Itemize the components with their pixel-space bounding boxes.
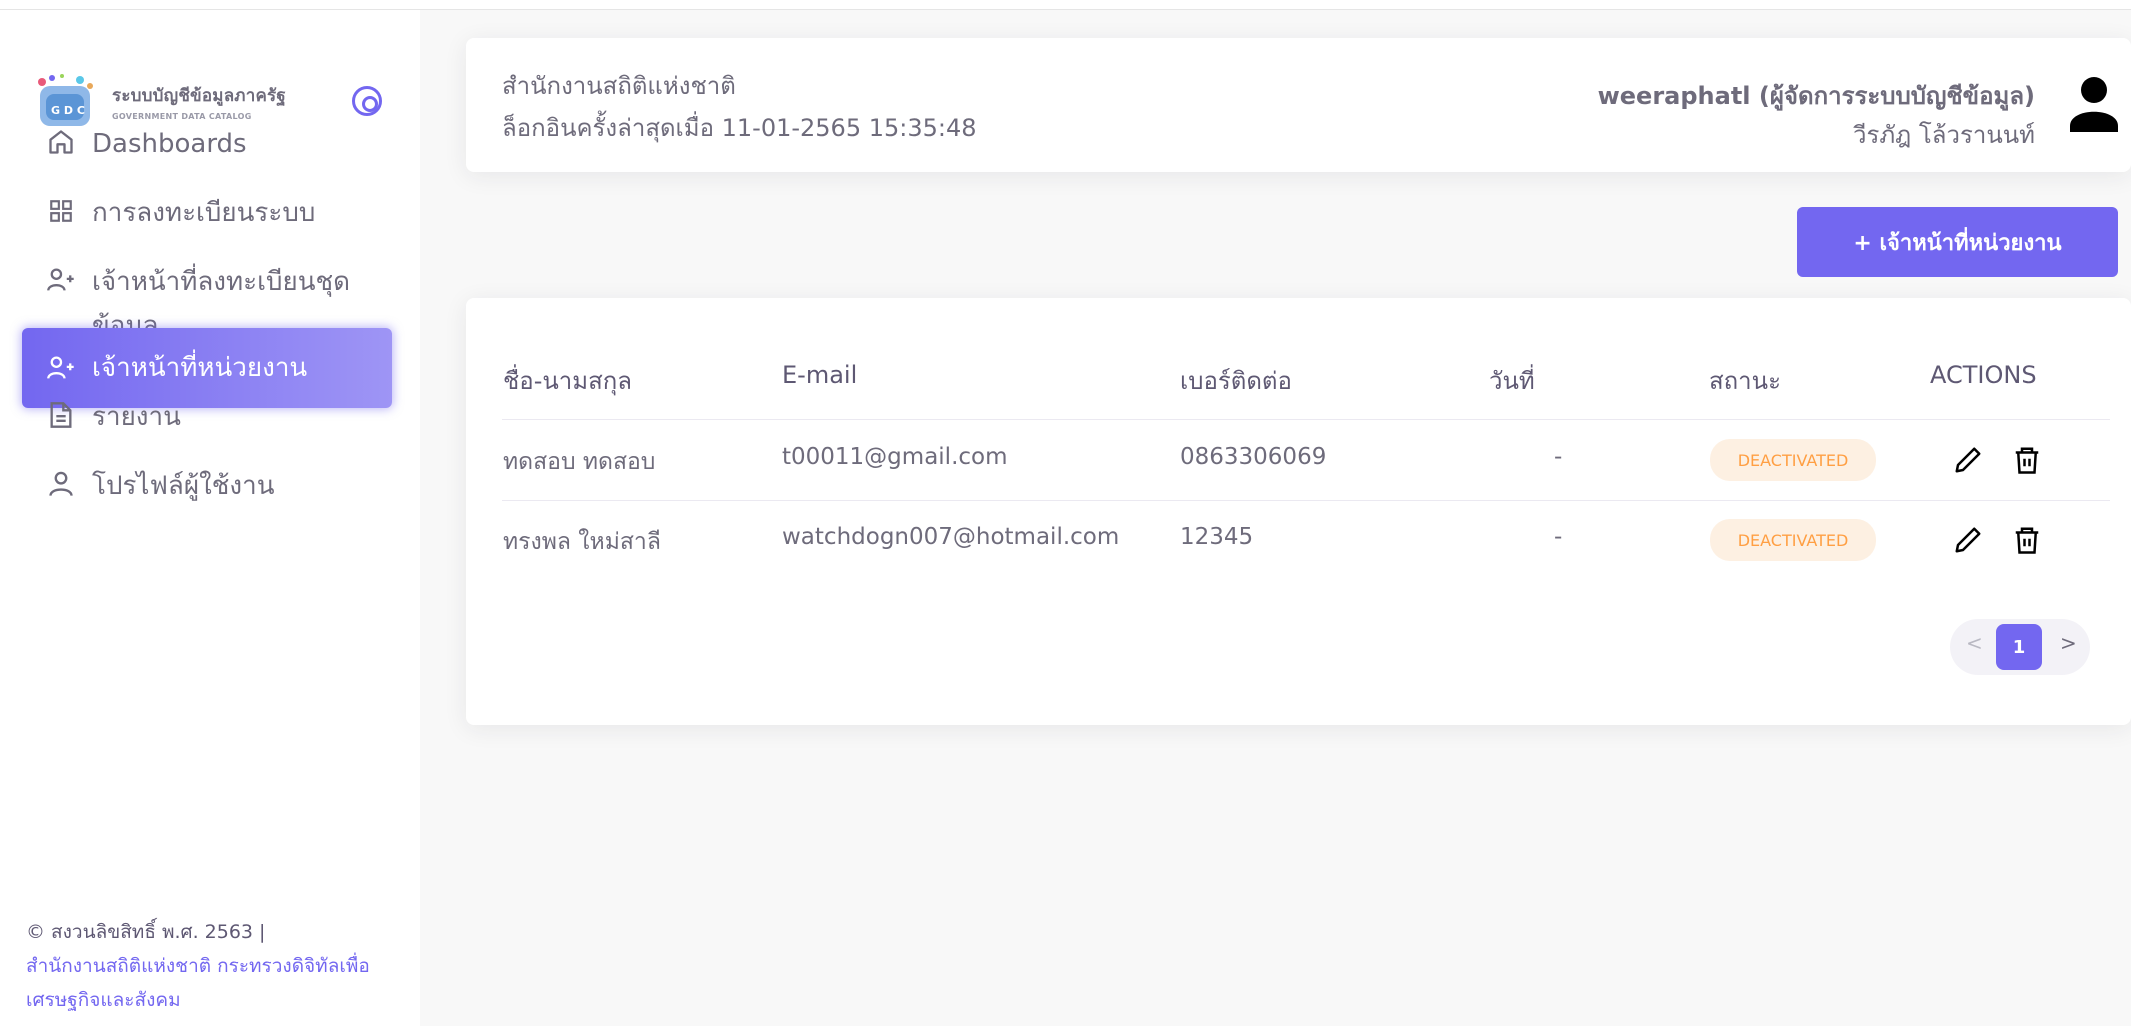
sidebar: G D C ระบบบัญชีข้อมูลภาครัฐ GOVERNMENT D…: [0, 10, 420, 1026]
footer-link[interactable]: สำนักงานสถิติแห่งชาติ กระทรวงดิจิทัลเพื่…: [26, 949, 416, 983]
sidebar-item-label: เจ้าหน้าที่ลงทะเบียนชุด: [92, 267, 351, 297]
add-agency-staff-button[interactable]: + เจ้าหน้าที่หน่วยงาน: [1797, 207, 2118, 277]
sidebar-item-label: รายงาน: [92, 402, 181, 432]
pagination-page-1[interactable]: 1: [1996, 624, 2042, 670]
status-badge: DEACTIVATED: [1710, 519, 1876, 561]
home-icon: [44, 125, 78, 159]
footer: © สงวนลิขสิทธิ์ พ.ศ. 2563 | สำนักงานสถิต…: [26, 915, 416, 1017]
edit-icon[interactable]: [1953, 445, 1983, 475]
user-name[interactable]: weeraphatl (ผู้จัดการระบบบัญชีข้อมูล): [1598, 76, 2035, 115]
user-fullname: วีรภัฎ โล้วรานนท์: [1852, 121, 2035, 149]
sidebar-item-label: เจ้าหน้าที่หน่วยงาน: [92, 353, 308, 383]
footer-copyright: © สงวนลิขสิทธิ์ พ.ศ. 2563 |: [26, 921, 266, 943]
last-login-text: ล็อกอินครั้งล่าสุดเมื่อ 11-01-2565 15:35…: [502, 114, 977, 142]
file-text-icon: [44, 398, 78, 432]
user-icon: [44, 467, 78, 501]
logo-letters: G D C: [51, 104, 85, 117]
column-header-actions: ACTIONS: [1930, 361, 2037, 389]
column-header-phone[interactable]: เบอร์ติดต่อ: [1180, 361, 1292, 400]
pagination-prev-button[interactable]: <: [1966, 631, 1983, 655]
cell-email: t00011@gmail.com: [782, 444, 1008, 470]
trash-icon[interactable]: [2012, 525, 2042, 555]
column-header-status[interactable]: สถานะ: [1709, 361, 1781, 400]
sidebar-item-registration[interactable]: การลงทะเบียนระบบ: [22, 191, 392, 235]
sidebar-item-label: การลงทะเบียนระบบ: [92, 198, 316, 228]
grid-icon: [44, 194, 78, 228]
staff-table: ชื่อ-นามสกุล E-mail เบอร์ติดต่อ วันที่ ส…: [466, 298, 2131, 725]
column-header-date[interactable]: วันที่: [1489, 361, 1535, 400]
cell-name: ทรงพล ใหม่สาลี: [503, 529, 661, 555]
pagination-next-button[interactable]: >: [2060, 631, 2077, 655]
cell-name: ทดสอบ ทดสอบ: [503, 449, 656, 475]
column-header-name[interactable]: ชื่อ-นามสกุล: [503, 361, 632, 400]
cell-phone: 12345: [1180, 524, 1254, 550]
user-plus-icon: [44, 263, 78, 297]
pagination: < 1 >: [1950, 619, 2090, 675]
header-divider: [502, 419, 2110, 420]
cell-date: -: [1554, 444, 1563, 470]
sidebar-item-dashboards[interactable]: Dashboards: [22, 122, 392, 166]
footer-link-line2[interactable]: เศรษฐกิจและสังคม: [26, 983, 416, 1017]
brand-subtitle: GOVERNMENT DATA CATALOG: [112, 111, 252, 121]
collapse-toggle-icon[interactable]: [352, 86, 382, 116]
edit-icon[interactable]: [1953, 525, 1983, 555]
cell-date: -: [1554, 524, 1563, 550]
user-plus-icon: [44, 351, 78, 385]
organization-name: สำนักงานสถิติแห่งชาติ: [502, 72, 736, 100]
user-avatar-icon[interactable]: [2069, 74, 2119, 134]
top-bar: [0, 0, 2131, 10]
sidebar-item-profile[interactable]: โปรไฟล์ผู้ใช้งาน: [22, 464, 392, 508]
sidebar-item-reports[interactable]: รายงาน: [22, 395, 392, 439]
row-divider: [502, 500, 2110, 501]
trash-icon[interactable]: [2012, 445, 2042, 475]
cell-phone: 0863306069: [1180, 444, 1327, 470]
sidebar-item-label: Dashboards: [92, 129, 247, 159]
cell-email: watchdogn007@hotmail.com: [782, 524, 1120, 550]
status-badge: DEACTIVATED: [1710, 439, 1876, 481]
column-header-email[interactable]: E-mail: [782, 361, 857, 389]
sidebar-item-label: โปรไฟล์ผู้ใช้งาน: [92, 471, 275, 501]
brand-title: ระบบบัญชีข้อมูลภาครัฐ: [112, 85, 286, 106]
